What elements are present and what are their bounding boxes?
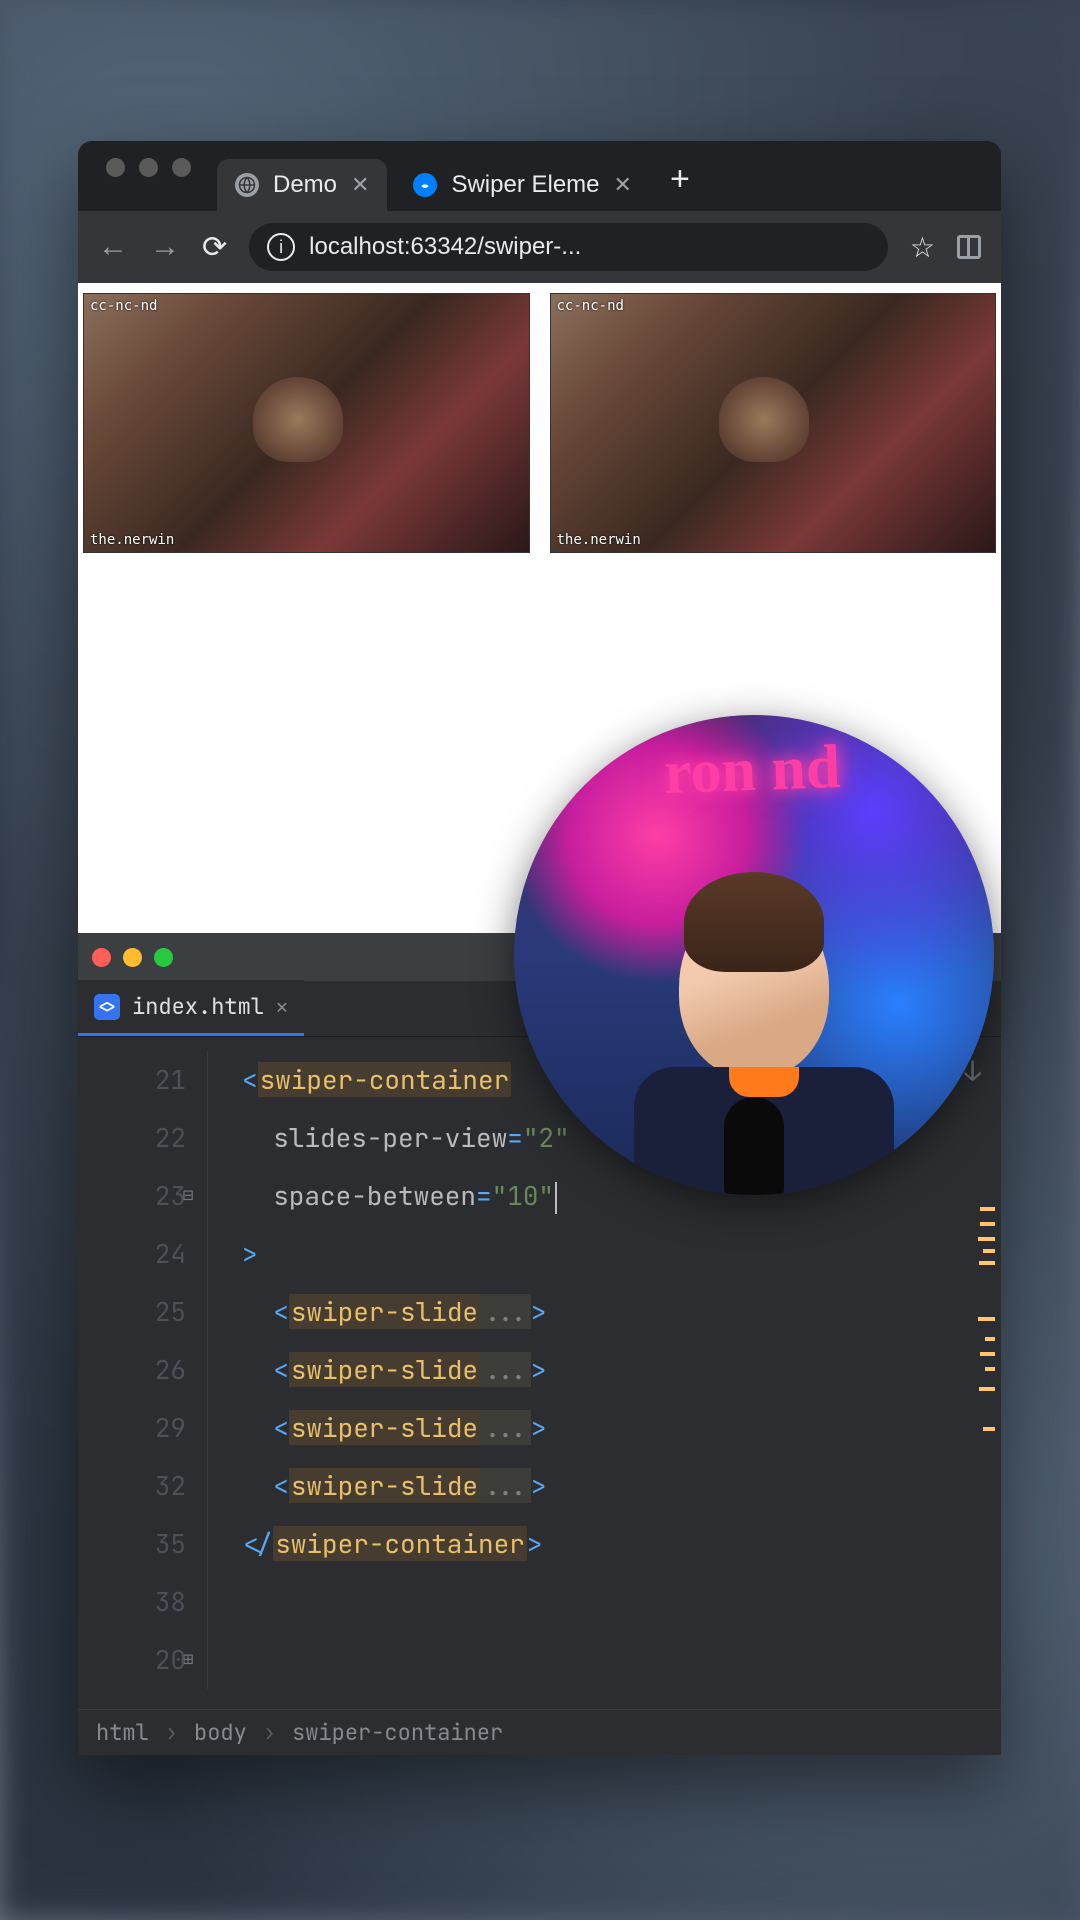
back-button[interactable]: ←: [98, 230, 128, 264]
microphone-icon: [724, 1097, 784, 1195]
neon-sign: ron nd: [663, 732, 842, 809]
traffic-light-min[interactable]: [139, 158, 158, 177]
html-file-icon: <>: [94, 994, 120, 1020]
browser-tab-bar: Demo ✕ Swiper Eleme ✕ +: [78, 141, 1001, 211]
url-text: localhost:63342/swiper-...: [309, 233, 870, 261]
webcam-overlay: ron nd: [514, 715, 994, 1195]
swiper-icon: [413, 173, 437, 197]
close-icon[interactable]: ✕: [276, 994, 288, 1020]
traffic-light-max[interactable]: [154, 948, 173, 967]
swiper-slide-image: cc-nc-nd the.nerwin: [83, 293, 530, 553]
tab-label: Demo: [273, 171, 337, 199]
license-tag: cc-nc-nd: [557, 298, 624, 314]
breadcrumb-item[interactable]: swiper-container: [292, 1718, 503, 1747]
forward-button[interactable]: →: [150, 230, 180, 264]
browser-toolbar: ← → ⟳ i localhost:63342/swiper-... ☆: [78, 211, 1001, 283]
window-controls: [88, 158, 209, 195]
traffic-light-max[interactable]: [172, 158, 191, 177]
traffic-light-close[interactable]: [92, 948, 111, 967]
license-tag: cc-nc-nd: [90, 298, 157, 314]
browser-tab-swiper[interactable]: Swiper Eleme ✕: [395, 159, 650, 211]
close-icon[interactable]: ✕: [614, 172, 632, 198]
side-panel-button[interactable]: [957, 235, 981, 259]
breadcrumb-item[interactable]: html: [96, 1718, 149, 1747]
credit-tag: the.nerwin: [90, 532, 174, 548]
breadcrumb-bar[interactable]: html›body›swiper-container: [78, 1709, 1001, 1755]
line-gutter: 2122⊟23242526⊞29⊞32⊞35⊞38⊟20: [78, 1051, 208, 1689]
traffic-light-min[interactable]: [123, 948, 142, 967]
presenter: [634, 897, 874, 1195]
reload-button[interactable]: ⟳: [202, 230, 227, 265]
globe-icon: [235, 173, 259, 197]
tab-label: Swiper Eleme: [451, 171, 599, 199]
browser-tab-demo[interactable]: Demo ✕: [217, 159, 387, 211]
file-tab-index[interactable]: <> index.html ✕: [78, 980, 304, 1036]
close-icon[interactable]: ✕: [351, 172, 369, 198]
breadcrumb-item[interactable]: body: [194, 1718, 247, 1747]
traffic-light-close[interactable]: [106, 158, 125, 177]
swiper-slide-image: cc-nc-nd the.nerwin: [550, 293, 997, 553]
site-info-icon[interactable]: i: [267, 233, 295, 261]
editor-window-controls: [92, 948, 173, 967]
file-tab-label: index.html: [132, 992, 264, 1021]
bookmark-star-icon[interactable]: ☆: [910, 231, 935, 264]
credit-tag: the.nerwin: [557, 532, 641, 548]
minimap-scrollbar[interactable]: [977, 1187, 995, 1547]
new-tab-button[interactable]: +: [658, 160, 702, 211]
address-bar[interactable]: i localhost:63342/swiper-...: [249, 223, 888, 271]
